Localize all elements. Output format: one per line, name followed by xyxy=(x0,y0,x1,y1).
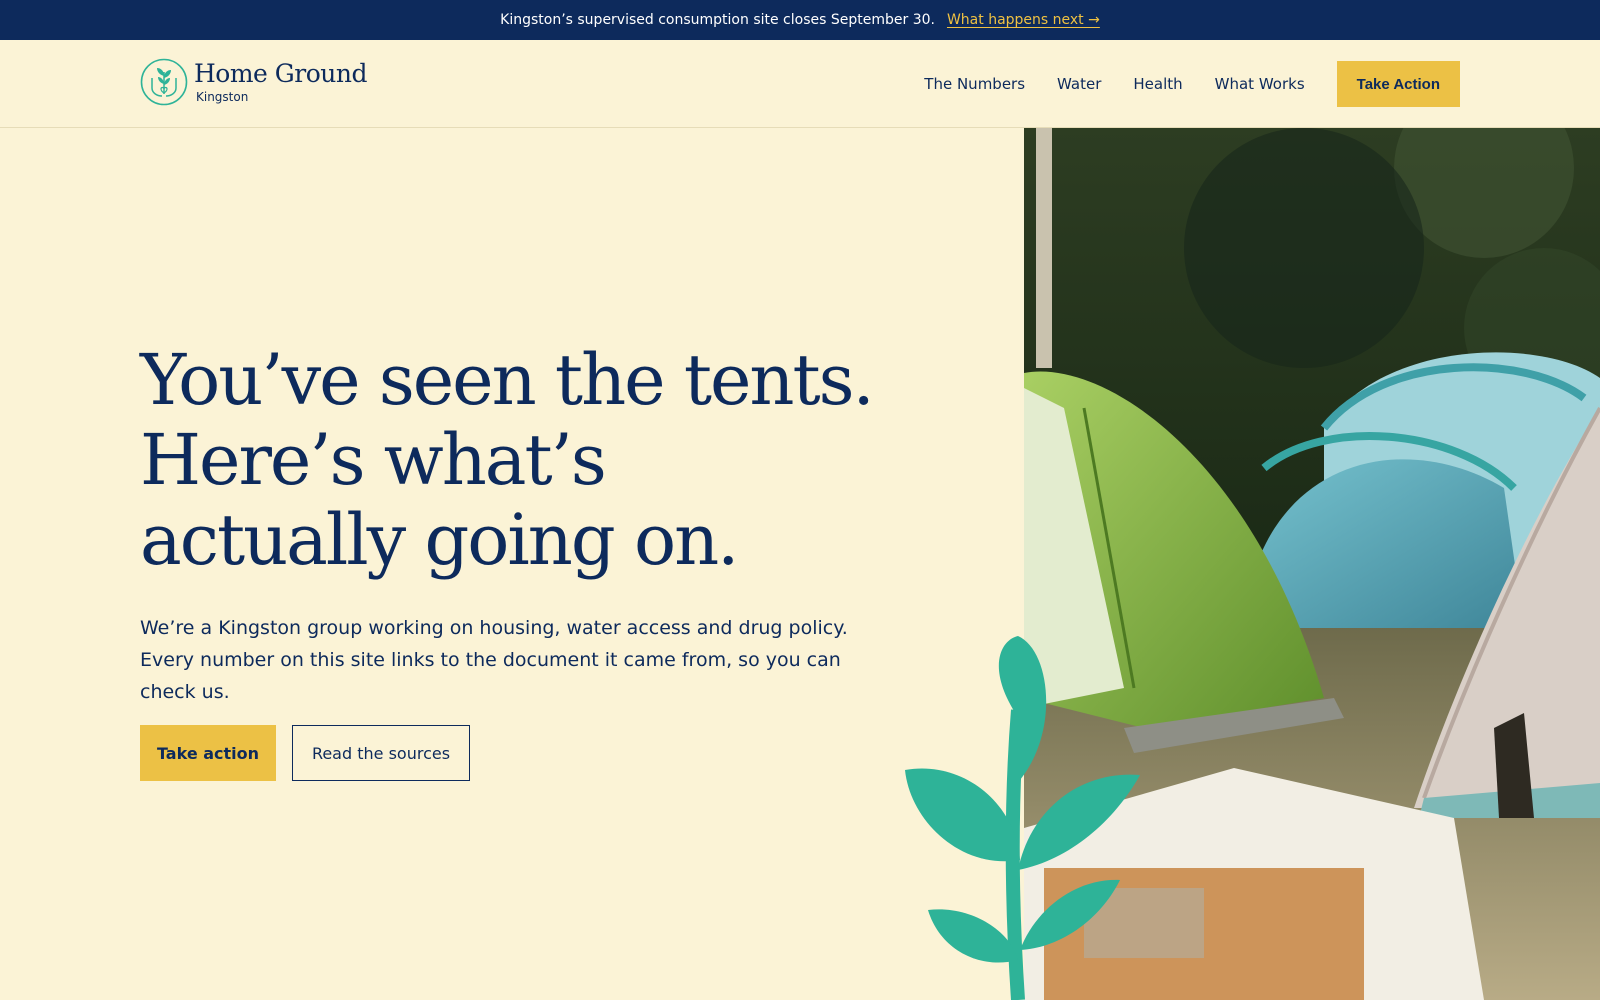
headline-line-1: You’ve seen the tents. xyxy=(140,339,875,421)
sprout-leaf-icon xyxy=(905,636,1140,1000)
nav-item-water[interactable]: Water xyxy=(1057,75,1101,93)
headline-line-2: Here’s what’s xyxy=(140,419,607,501)
announcement-text: Kingston’s supervised consumption site c… xyxy=(500,12,935,28)
hero-cta-row: Take action Read the sources xyxy=(140,725,470,781)
read-sources-button[interactable]: Read the sources xyxy=(292,725,470,781)
lede-line-1: We’re a Kingston group working on housin… xyxy=(140,617,848,639)
take-action-nav-button[interactable]: Take Action xyxy=(1336,61,1460,107)
brand-name: Home Ground xyxy=(194,59,367,88)
brand-location: Kingston xyxy=(196,90,249,104)
hands-holding-plant-icon xyxy=(140,58,188,106)
site-header: Home Ground Kingston The Numbers Water H… xyxy=(0,40,1600,128)
announcement-bar: Kingston’s supervised consumption site c… xyxy=(0,0,1600,40)
home-logo-link[interactable]: Home Ground Kingston xyxy=(140,58,367,106)
take-action-button[interactable]: Take action xyxy=(140,725,276,781)
headline-line-3: actually going on. xyxy=(140,499,739,581)
nav-item-health[interactable]: Health xyxy=(1133,75,1182,93)
hero-content: You’ve seen the tents. Here’s what’s act… xyxy=(140,128,1010,1000)
announcement-link[interactable]: What happens next → xyxy=(947,12,1100,28)
lede-line-2: Every number on this site links to the d… xyxy=(140,649,841,703)
hero-headline: You’ve seen the tents. Here’s what’s act… xyxy=(140,340,900,580)
nav-item-the-numbers[interactable]: The Numbers xyxy=(924,75,1025,93)
nav-item-what-works[interactable]: What Works xyxy=(1215,75,1305,93)
main-nav: The Numbers Water Health What Works Take… xyxy=(924,40,1460,128)
hero-lede: We’re a Kingston group working on housin… xyxy=(140,612,900,708)
